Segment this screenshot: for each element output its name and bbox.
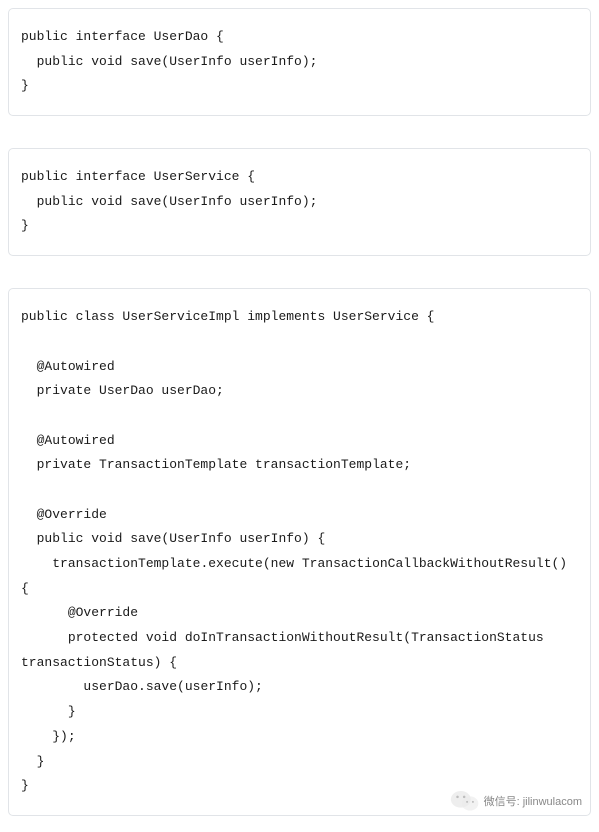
watermark: 微信号: jilinwulacom bbox=[450, 788, 582, 814]
code-block-3: public class UserServiceImpl implements … bbox=[8, 288, 591, 816]
code-content: public interface UserDao { public void s… bbox=[21, 25, 578, 99]
code-content: public interface UserService { public vo… bbox=[21, 165, 578, 239]
wechat-icon bbox=[450, 788, 480, 814]
code-block-2: public interface UserService { public vo… bbox=[8, 148, 591, 256]
code-content: public class UserServiceImpl implements … bbox=[21, 305, 578, 799]
watermark-text: 微信号: jilinwulacom bbox=[484, 793, 582, 809]
code-block-1: public interface UserDao { public void s… bbox=[8, 8, 591, 116]
